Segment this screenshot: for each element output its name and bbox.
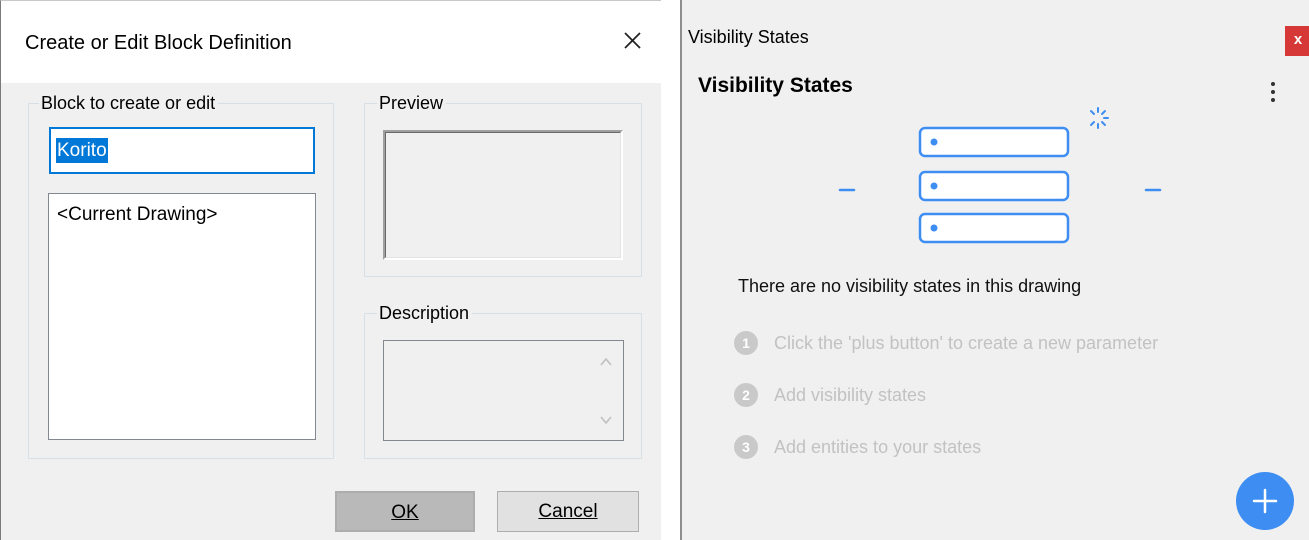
close-icon[interactable] [615, 23, 649, 57]
step-item: 1 Click the 'plus button' to create a ne… [734, 331, 1274, 355]
dialog-title: Create or Edit Block Definition [25, 32, 292, 54]
panel-heading: Visibility States [698, 74, 853, 97]
description-scrollbar[interactable] [589, 341, 623, 440]
plus-icon [1252, 488, 1278, 514]
ok-button[interactable]: OK [335, 491, 475, 532]
cancel-button-label: Cancel [538, 501, 598, 522]
drawing-listbox[interactable]: <Current Drawing> [48, 193, 316, 440]
more-vertical-icon[interactable] [1262, 78, 1284, 108]
step-number: 2 [734, 383, 758, 407]
scroll-down-icon[interactable] [599, 413, 613, 427]
description-textarea[interactable] [383, 340, 624, 441]
create-edit-block-dialog: Create or Edit Block Definition Block to… [0, 0, 661, 540]
block-group-label: Block to create or edit [39, 92, 219, 114]
preview-box [383, 130, 623, 260]
panel-close-button[interactable]: x [1285, 26, 1309, 56]
description-group-label: Description [377, 302, 473, 324]
step-number: 3 [734, 435, 758, 459]
ok-button-label: OK [391, 502, 419, 523]
block-name-value: Korito [56, 138, 108, 163]
panel-window-title: Visibility States [688, 27, 809, 47]
step-item: 2 Add visibility states [734, 383, 1274, 407]
step-number: 1 [734, 331, 758, 355]
add-parameter-button[interactable] [1236, 472, 1294, 530]
step-item: 3 Add entities to your states [734, 435, 1274, 459]
step-text: Click the 'plus button' to create a new … [774, 333, 1159, 353]
cancel-button[interactable]: Cancel [497, 491, 639, 532]
window-divider [661, 0, 680, 540]
preview-group-label: Preview [377, 92, 447, 114]
scroll-up-icon[interactable] [599, 355, 613, 369]
step-text: Add entities to your states [774, 437, 982, 457]
visibility-states-panel: Visibility States x Visibility States Th… [680, 0, 1309, 540]
preview-frame [385, 132, 621, 258]
step-text: Add visibility states [774, 385, 927, 405]
block-name-input[interactable]: Korito [49, 127, 315, 174]
empty-states-illustration-icon [838, 107, 1162, 244]
list-item[interactable]: <Current Drawing> [57, 203, 218, 227]
empty-state-message: There are no visibility states in this d… [738, 276, 1082, 296]
